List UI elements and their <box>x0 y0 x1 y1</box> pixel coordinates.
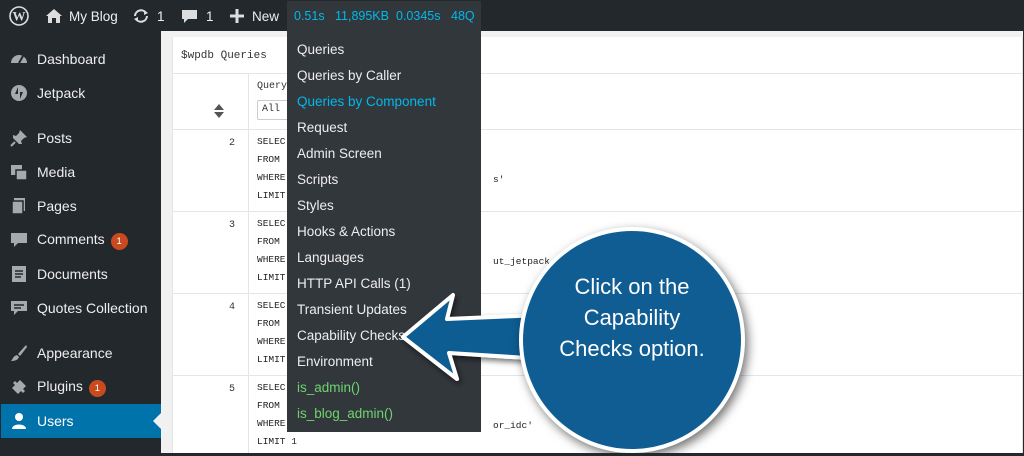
callout-arrow <box>401 293 545 381</box>
callout-line: Capability <box>583 305 681 330</box>
callout-line: Click on the <box>574 274 690 299</box>
callout-line: Checks option. <box>559 336 705 361</box>
screenshot-frame: W My Blog 1 1 New 0.51s 11,895KB 0.0345s… <box>0 0 1024 456</box>
callout-text: Click on the Capability Checks option. <box>535 271 729 364</box>
